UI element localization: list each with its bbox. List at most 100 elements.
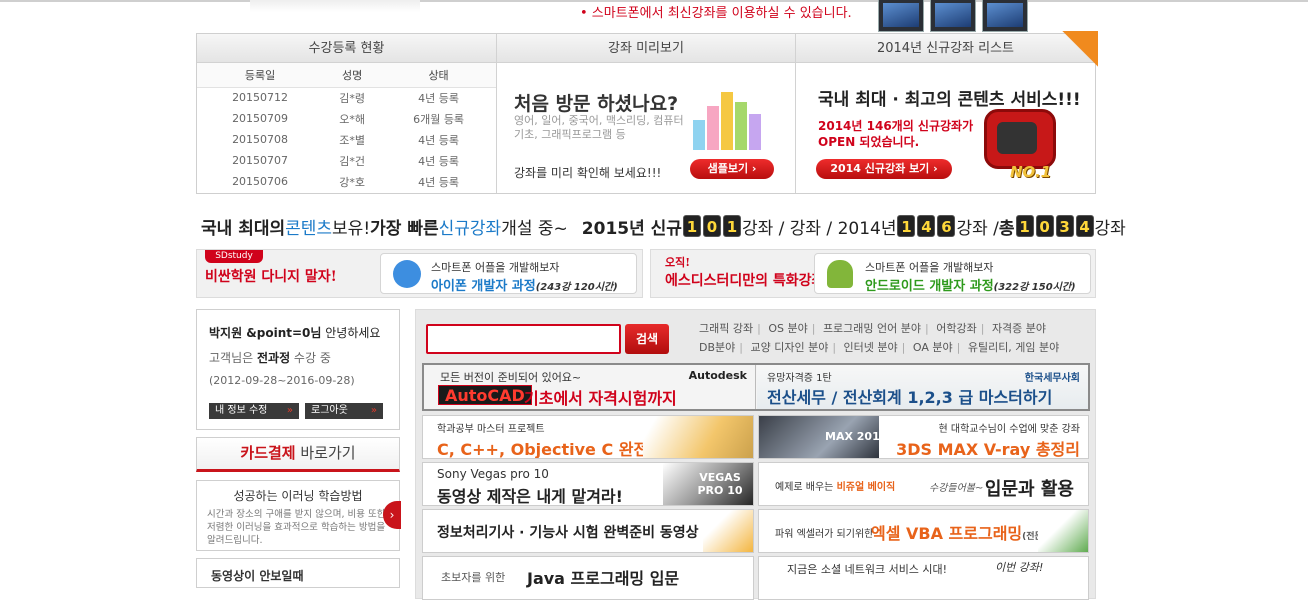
apple-icon bbox=[393, 260, 421, 288]
search-input[interactable] bbox=[426, 324, 621, 354]
new-courses-announcement: 2014년 146개의 신규강좌가 OPEN 되었습니다. bbox=[818, 119, 974, 149]
category-link[interactable]: OA 분야 bbox=[913, 341, 953, 354]
tip-body: 시간과 장소의 구애를 받지 않으며, 비용 또한 저렴한 이러닝을 효과적으로… bbox=[207, 509, 386, 546]
category-link[interactable]: 자격증 분야 bbox=[992, 322, 1046, 335]
excel-vba-course[interactable]: 파워 엑셀러가 되기위한 엑셀 VBA 프로그래밍(전문가 과정) bbox=[758, 509, 1089, 553]
table-row: 20150706 강*호 4년 등록 bbox=[197, 171, 496, 192]
course-title: 3DS MAX V-ray 총정리 bbox=[896, 440, 1080, 459]
video-help-box[interactable]: 동영상이 안보일때 bbox=[196, 558, 400, 588]
preview-subjects: 영어, 일어, 중국어, 맥스리딩, 컴퓨터 기초, 그래픽프로그램 등 bbox=[514, 114, 684, 141]
registration-title: 수강등록 현황 bbox=[197, 34, 496, 63]
reg-name: 김*건 bbox=[339, 154, 366, 168]
tablet-image bbox=[982, 0, 1028, 32]
android-icon bbox=[827, 260, 853, 288]
new-courses-button[interactable]: 2014 신규강좌 보기 › bbox=[816, 159, 952, 179]
reg-name: 오*해 bbox=[339, 112, 366, 126]
course-subtitle: 스마트폰 어플을 개발해보자 bbox=[865, 261, 994, 274]
table-row: 20150709 오*해 6개월 등록 bbox=[197, 108, 496, 129]
preview-title: 강좌 미리보기 bbox=[497, 34, 795, 63]
category-link[interactable]: 그래픽 강좌 bbox=[699, 322, 753, 335]
category-link[interactable]: DB분야 bbox=[699, 341, 735, 354]
tax-accounting-course[interactable]: 유망자격증 1탄 한국세무사회 전산세무 / 전산회계 1,2,3 급 마스터하… bbox=[757, 365, 1088, 409]
column-header: 등록일 bbox=[197, 63, 324, 88]
course-title: 안드로이드 개발자 과정(322강 150시간) bbox=[865, 279, 1076, 294]
counter-2015: 101 bbox=[682, 215, 741, 237]
greeting: 박지원 &point=0님 안녕하세요 bbox=[209, 326, 381, 340]
kacpta-logo: 한국세무사회 bbox=[1024, 373, 1080, 384]
reg-name: 김*령 bbox=[339, 91, 366, 105]
header-shadow bbox=[250, 0, 420, 12]
course-title: 입문과 활용 bbox=[984, 479, 1074, 500]
search-button[interactable]: 검색 bbox=[625, 324, 669, 354]
reg-date: 20150712 bbox=[232, 91, 289, 105]
counter-total: 1034 bbox=[1015, 215, 1094, 237]
column-header: 성명 bbox=[323, 63, 382, 88]
category-links: 그래픽 강좌 | OS 분야 | 프로그래밍 언어 분야 | 어학강좌 | 자격증 분야… bbox=[699, 322, 1060, 354]
decoration bbox=[703, 510, 753, 552]
info-processing-course[interactable]: 정보처리기사 · 기능사 시험 완벽준비 동영상 강좌 bbox=[422, 509, 754, 553]
visual-basic-course[interactable]: 예제로 배우는 비쥬얼 베이직 수강들어볼~ 입문과 활용 bbox=[758, 462, 1089, 506]
login-status-box: 박지원 &point=0님 안녕하세요 고객님은 전과정 수강 중 (2012-… bbox=[196, 309, 400, 430]
reg-date: 20150706 bbox=[232, 175, 289, 188]
course-title: 동영상 제작은 내게 맡겨라! bbox=[437, 487, 623, 506]
course-title: 기초에서 자격시험까지 bbox=[524, 389, 677, 408]
tv-play-icon bbox=[984, 109, 1056, 169]
category-link[interactable]: 프로그래밍 언어 분야 bbox=[823, 322, 921, 335]
vegas-course[interactable]: Sony Vegas pro 10 동영상 제작은 내게 맡겨라! VEGAS … bbox=[422, 462, 754, 506]
course-area: 검색 그래픽 강좌 | OS 분야 | 프로그래밍 언어 분야 | 어학강좌 | 자격증… bbox=[415, 309, 1096, 600]
course-title: 전산세무 / 전산회계 1,2,3 급 마스터하기 bbox=[767, 388, 1053, 407]
category-link[interactable]: 유틸리티, 게임 분야 bbox=[968, 341, 1059, 354]
3dsmax-course[interactable]: MAX 2010 현 대학교수님이 수업에 맞춘 강좌 3DS MAX V-ra… bbox=[758, 415, 1089, 459]
registration-table: 등록일 성명 상태 20150712 김*령 4년 등록 20150709 오*… bbox=[197, 63, 496, 192]
decoration bbox=[643, 416, 753, 458]
registration-panel: 수강등록 현황 등록일 성명 상태 20150712 김*령 4년 등록 201… bbox=[197, 34, 497, 193]
autocad-course[interactable]: 모든 버전이 준비되어 있어요~ Autodesk AutoCAD 기초에서 자… bbox=[424, 365, 756, 409]
banner-slogan: 비싼학원 다니지 말자! bbox=[205, 269, 337, 285]
preview-headline: 처음 방문 하셨나요? bbox=[514, 93, 679, 115]
c-cpp-course[interactable]: 학과공부 마스터 프로젝트 C, C++, Objective C 완전 정복 bbox=[422, 415, 754, 459]
preview-cta: 강좌를 미리 확인해 보세요!!! bbox=[514, 166, 662, 180]
java-course[interactable]: 초보자를 위한 Java 프로그래밍 입문 bbox=[422, 556, 754, 600]
tip-title: 성공하는 이러닝 학습방법 bbox=[233, 489, 363, 503]
reg-status: 4년 등록 bbox=[418, 175, 459, 189]
building-blocks-illustration bbox=[689, 82, 769, 150]
category-link[interactable]: 인터넷 분야 bbox=[844, 341, 898, 354]
course-title: 정보처리기사 · 기능사 시험 완벽준비 동영상 강좌 bbox=[437, 525, 730, 541]
edit-info-button[interactable]: 내 정보 수정 bbox=[209, 403, 299, 419]
iphone-banner[interactable]: SDstudy 비싼학원 다니지 말자! 스마트폰 어플을 개발해보자 아이폰 … bbox=[196, 249, 643, 298]
reg-status: 4년 등록 bbox=[418, 133, 459, 147]
reg-status: 4년 등록 bbox=[418, 91, 459, 105]
no1-badge: NO.1 bbox=[1010, 163, 1052, 181]
info-panels: 수강등록 현황 등록일 성명 상태 20150712 김*령 4년 등록 201… bbox=[196, 31, 1098, 194]
phone-image bbox=[878, 0, 924, 32]
mobile-promo-text: • 스마트폰에서 최신강좌를 이용하실 수 있습니다. bbox=[580, 6, 852, 21]
sample-view-button[interactable]: 샘플보기 › bbox=[690, 159, 774, 179]
reg-date: 20150708 bbox=[232, 133, 289, 146]
course-title: Java 프로그래밍 입문 bbox=[527, 569, 680, 588]
counter-2014: 146 bbox=[897, 215, 956, 237]
phone-image bbox=[930, 0, 976, 32]
logout-button[interactable]: 로그아웃 bbox=[305, 403, 383, 419]
table-row: 20150707 김*건 4년 등록 bbox=[197, 150, 496, 171]
category-link[interactable]: 어학강좌 bbox=[936, 322, 976, 335]
table-row: 20150708 조*별 4년 등록 bbox=[197, 129, 496, 150]
social-network-course[interactable]: 지금은 소셜 네트워크 서비스 시대! 이번 강좌! bbox=[758, 556, 1089, 600]
excel-icon bbox=[1038, 510, 1088, 552]
course-subtitle: 스마트폰 어플을 개발해보자 bbox=[431, 261, 560, 274]
autodesk-logo: Autodesk bbox=[688, 369, 747, 382]
category-link[interactable]: OS 분야 bbox=[768, 322, 807, 335]
featured-courses: 모든 버전이 준비되어 있어요~ Autodesk AutoCAD 기초에서 자… bbox=[422, 363, 1090, 411]
android-banner[interactable]: 오직! 에스디스터디만의 특화강좌 스마트폰 어플을 개발해보자 안드로이드 개… bbox=[650, 249, 1096, 298]
category-link[interactable]: 교양 디자인 분야 bbox=[750, 341, 828, 354]
column-header: 상태 bbox=[381, 63, 496, 88]
learning-tip-box[interactable]: 성공하는 이러닝 학습방법 시간과 장소의 구애를 받지 않으며, 비용 또한 … bbox=[196, 480, 401, 551]
table-row: 20150712 김*령 4년 등록 bbox=[197, 87, 496, 108]
card-payment-button[interactable]: 카드결제 바로가기 bbox=[196, 437, 400, 472]
reg-date: 20150707 bbox=[232, 154, 289, 167]
android-course-card[interactable]: 스마트폰 어플을 개발해보자 안드로이드 개발자 과정(322강 150시간) bbox=[814, 253, 1091, 294]
banner-slogan: 오직! 에스디스터디만의 특화강좌 bbox=[665, 256, 825, 289]
iphone-course-card[interactable]: 스마트폰 어플을 개발해보자 아이폰 개발자 과정(243강 120시간) bbox=[380, 253, 637, 294]
course-caption: 예제로 배우는 비쥬얼 베이직 bbox=[775, 482, 896, 493]
reg-date: 20150709 bbox=[232, 112, 289, 125]
new-courses-headline: 국내 최대 · 최고의 콘텐츠 서비스!!! bbox=[818, 90, 1081, 110]
